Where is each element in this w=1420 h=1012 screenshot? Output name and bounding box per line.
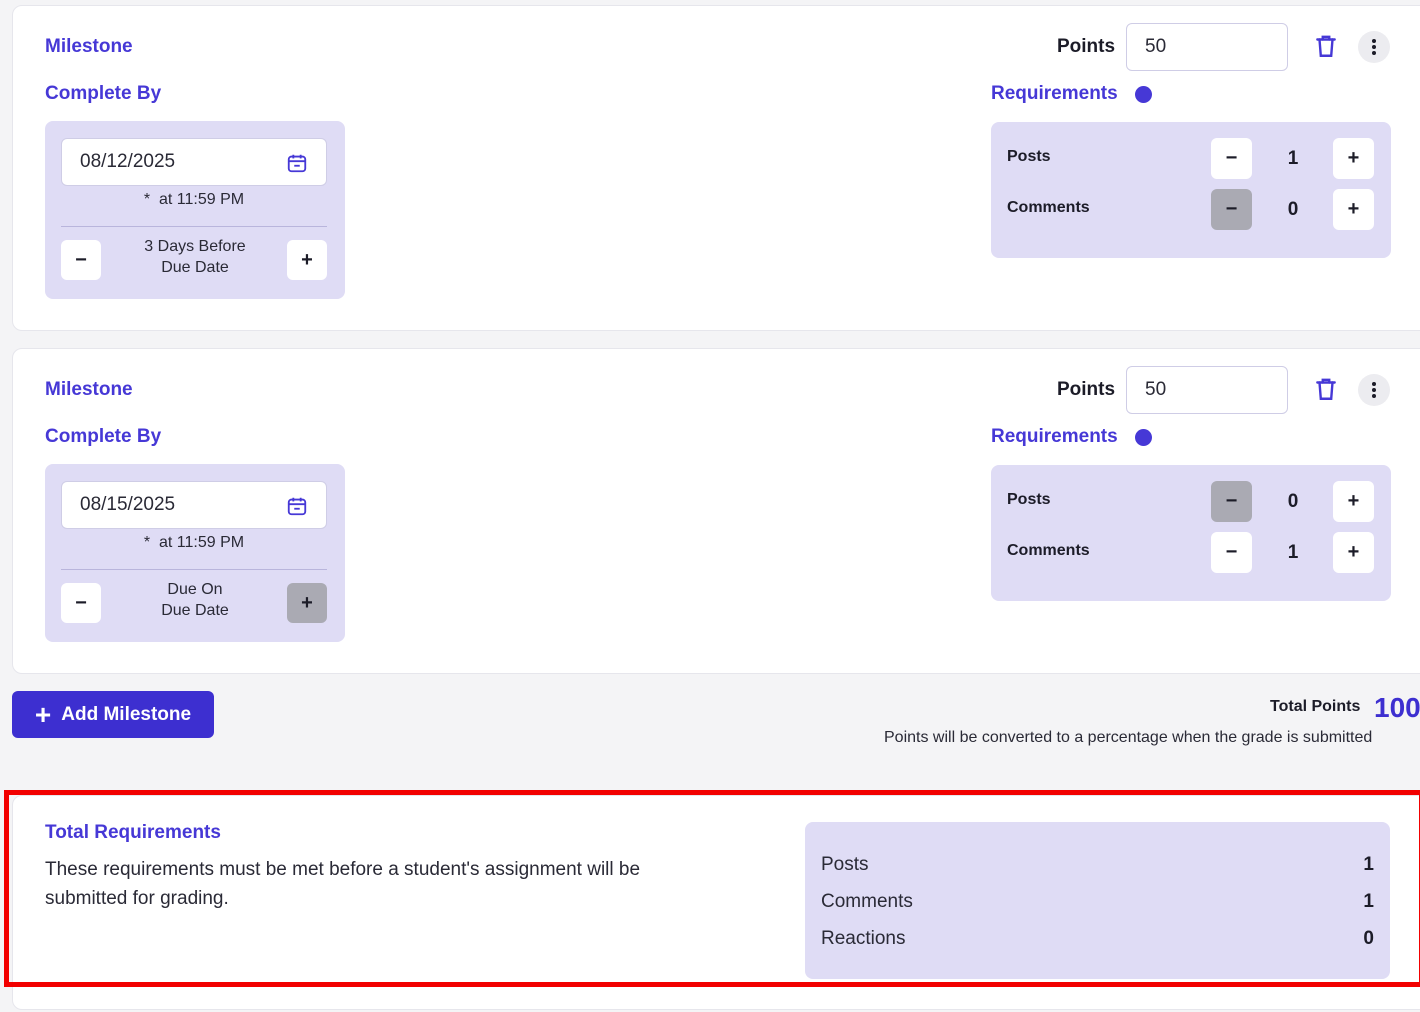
due-time: * at 11:59 PM bbox=[61, 191, 327, 209]
total-requirements-description: These requirements must be met before a … bbox=[45, 859, 641, 909]
requirements-label: Requirements bbox=[991, 83, 1118, 104]
comments-decrease-button[interactable]: − bbox=[1211, 189, 1252, 230]
requirements-panel: Posts − 1 + Comments − 0 + bbox=[991, 122, 1391, 258]
calendar-icon[interactable] bbox=[286, 152, 308, 174]
posts-decrease-button[interactable]: − bbox=[1211, 481, 1252, 522]
required-marker: * bbox=[143, 191, 151, 208]
total-requirement-value: 1 bbox=[1363, 854, 1374, 875]
milestone-title: Milestone bbox=[45, 379, 133, 400]
add-milestone-label: Add Milestone bbox=[61, 703, 192, 725]
offset-decrease-button[interactable]: − bbox=[61, 240, 101, 280]
milestone-card: Milestone Complete By 08/12/2025 * at 11… bbox=[12, 5, 1420, 331]
offset-label: 3 Days Before Due Date bbox=[115, 236, 275, 278]
offset-line-2: Due Date bbox=[161, 259, 229, 276]
total-points-label: Total Points bbox=[1270, 698, 1361, 715]
requirement-name: Posts bbox=[1007, 148, 1051, 165]
requirement-value: 1 bbox=[1287, 542, 1299, 563]
total-points-value: 100 bbox=[1374, 692, 1420, 723]
trash-icon[interactable] bbox=[1313, 376, 1339, 402]
total-requirement-row: Comments 1 bbox=[821, 891, 1374, 913]
offset-decrease-button[interactable]: − bbox=[61, 583, 101, 623]
complete-by-panel: 08/12/2025 * at 11:59 PM − 3 Days Before… bbox=[45, 121, 345, 299]
points-input[interactable]: 50 bbox=[1126, 366, 1288, 414]
total-requirement-row: Posts 1 bbox=[821, 854, 1374, 876]
requirement-name: Comments bbox=[1007, 542, 1090, 559]
offset-label: Due On Due Date bbox=[115, 579, 275, 621]
comments-increase-button[interactable]: + bbox=[1333, 532, 1374, 573]
complete-by-label: Complete By bbox=[45, 83, 162, 104]
requirement-value: 0 bbox=[1287, 491, 1299, 512]
due-time: * at 11:59 PM bbox=[61, 534, 327, 552]
total-requirements-card: Total Requirements These requirements mu… bbox=[12, 795, 1420, 1010]
total-requirement-value: 0 bbox=[1363, 928, 1374, 949]
requirements-label: Requirements bbox=[991, 426, 1118, 447]
date-value: 08/12/2025 bbox=[80, 151, 176, 172]
divider bbox=[61, 569, 327, 570]
offset-line-1: 3 Days Before bbox=[144, 238, 246, 255]
date-field[interactable]: 08/12/2025 bbox=[61, 138, 327, 186]
time-value: at 11:59 PM bbox=[159, 534, 245, 551]
calendar-icon[interactable] bbox=[286, 495, 308, 517]
points-input[interactable]: 50 bbox=[1126, 23, 1288, 71]
offset-line-2: Due Date bbox=[161, 602, 229, 619]
divider bbox=[61, 226, 327, 227]
comments-decrease-button[interactable]: − bbox=[1211, 532, 1252, 573]
date-field[interactable]: 08/15/2025 bbox=[61, 481, 327, 529]
points-label: Points bbox=[1057, 379, 1116, 400]
total-requirement-name: Posts bbox=[821, 854, 869, 875]
plus-icon: + bbox=[34, 698, 52, 730]
requirement-value: 1 bbox=[1287, 148, 1299, 169]
info-icon[interactable] bbox=[1135, 86, 1152, 103]
requirement-name: Comments bbox=[1007, 199, 1090, 216]
offset-increase-button[interactable]: + bbox=[287, 583, 327, 623]
trash-icon[interactable] bbox=[1313, 33, 1339, 59]
requirement-value: 0 bbox=[1287, 199, 1299, 220]
more-vertical-icon bbox=[1372, 39, 1376, 55]
total-requirement-name: Reactions bbox=[821, 928, 906, 949]
offset-increase-button[interactable]: + bbox=[287, 240, 327, 280]
date-value: 08/15/2025 bbox=[80, 494, 176, 515]
milestone-title: Milestone bbox=[45, 36, 133, 57]
total-requirements-panel: Posts 1 Comments 1 Reactions 0 bbox=[805, 822, 1390, 979]
milestone-card: Milestone Complete By 08/15/2025 * at 11… bbox=[12, 348, 1420, 674]
complete-by-panel: 08/15/2025 * at 11:59 PM − Due On Due Da… bbox=[45, 464, 345, 642]
posts-increase-button[interactable]: + bbox=[1333, 481, 1374, 522]
total-points-note: Points will be converted to a percentage… bbox=[884, 729, 1373, 746]
posts-decrease-button[interactable]: − bbox=[1211, 138, 1252, 179]
comments-increase-button[interactable]: + bbox=[1333, 189, 1374, 230]
total-requirement-row: Reactions 0 bbox=[821, 928, 1374, 950]
offset-line-1: Due On bbox=[167, 581, 223, 598]
more-vertical-icon bbox=[1372, 382, 1376, 398]
info-icon[interactable] bbox=[1135, 429, 1152, 446]
posts-increase-button[interactable]: + bbox=[1333, 138, 1374, 179]
complete-by-label: Complete By bbox=[45, 426, 162, 447]
required-marker: * bbox=[143, 534, 151, 551]
more-options-button[interactable] bbox=[1358, 374, 1390, 406]
add-milestone-button[interactable]: + Add Milestone bbox=[12, 691, 214, 738]
total-requirements-title: Total Requirements bbox=[45, 822, 221, 843]
requirements-panel: Posts − 0 + Comments − 1 + bbox=[991, 465, 1391, 601]
points-label: Points bbox=[1057, 36, 1116, 57]
more-options-button[interactable] bbox=[1358, 31, 1390, 63]
requirement-name: Posts bbox=[1007, 491, 1051, 508]
total-requirement-name: Comments bbox=[821, 891, 913, 912]
total-requirement-value: 1 bbox=[1363, 891, 1374, 912]
time-value: at 11:59 PM bbox=[159, 191, 245, 208]
